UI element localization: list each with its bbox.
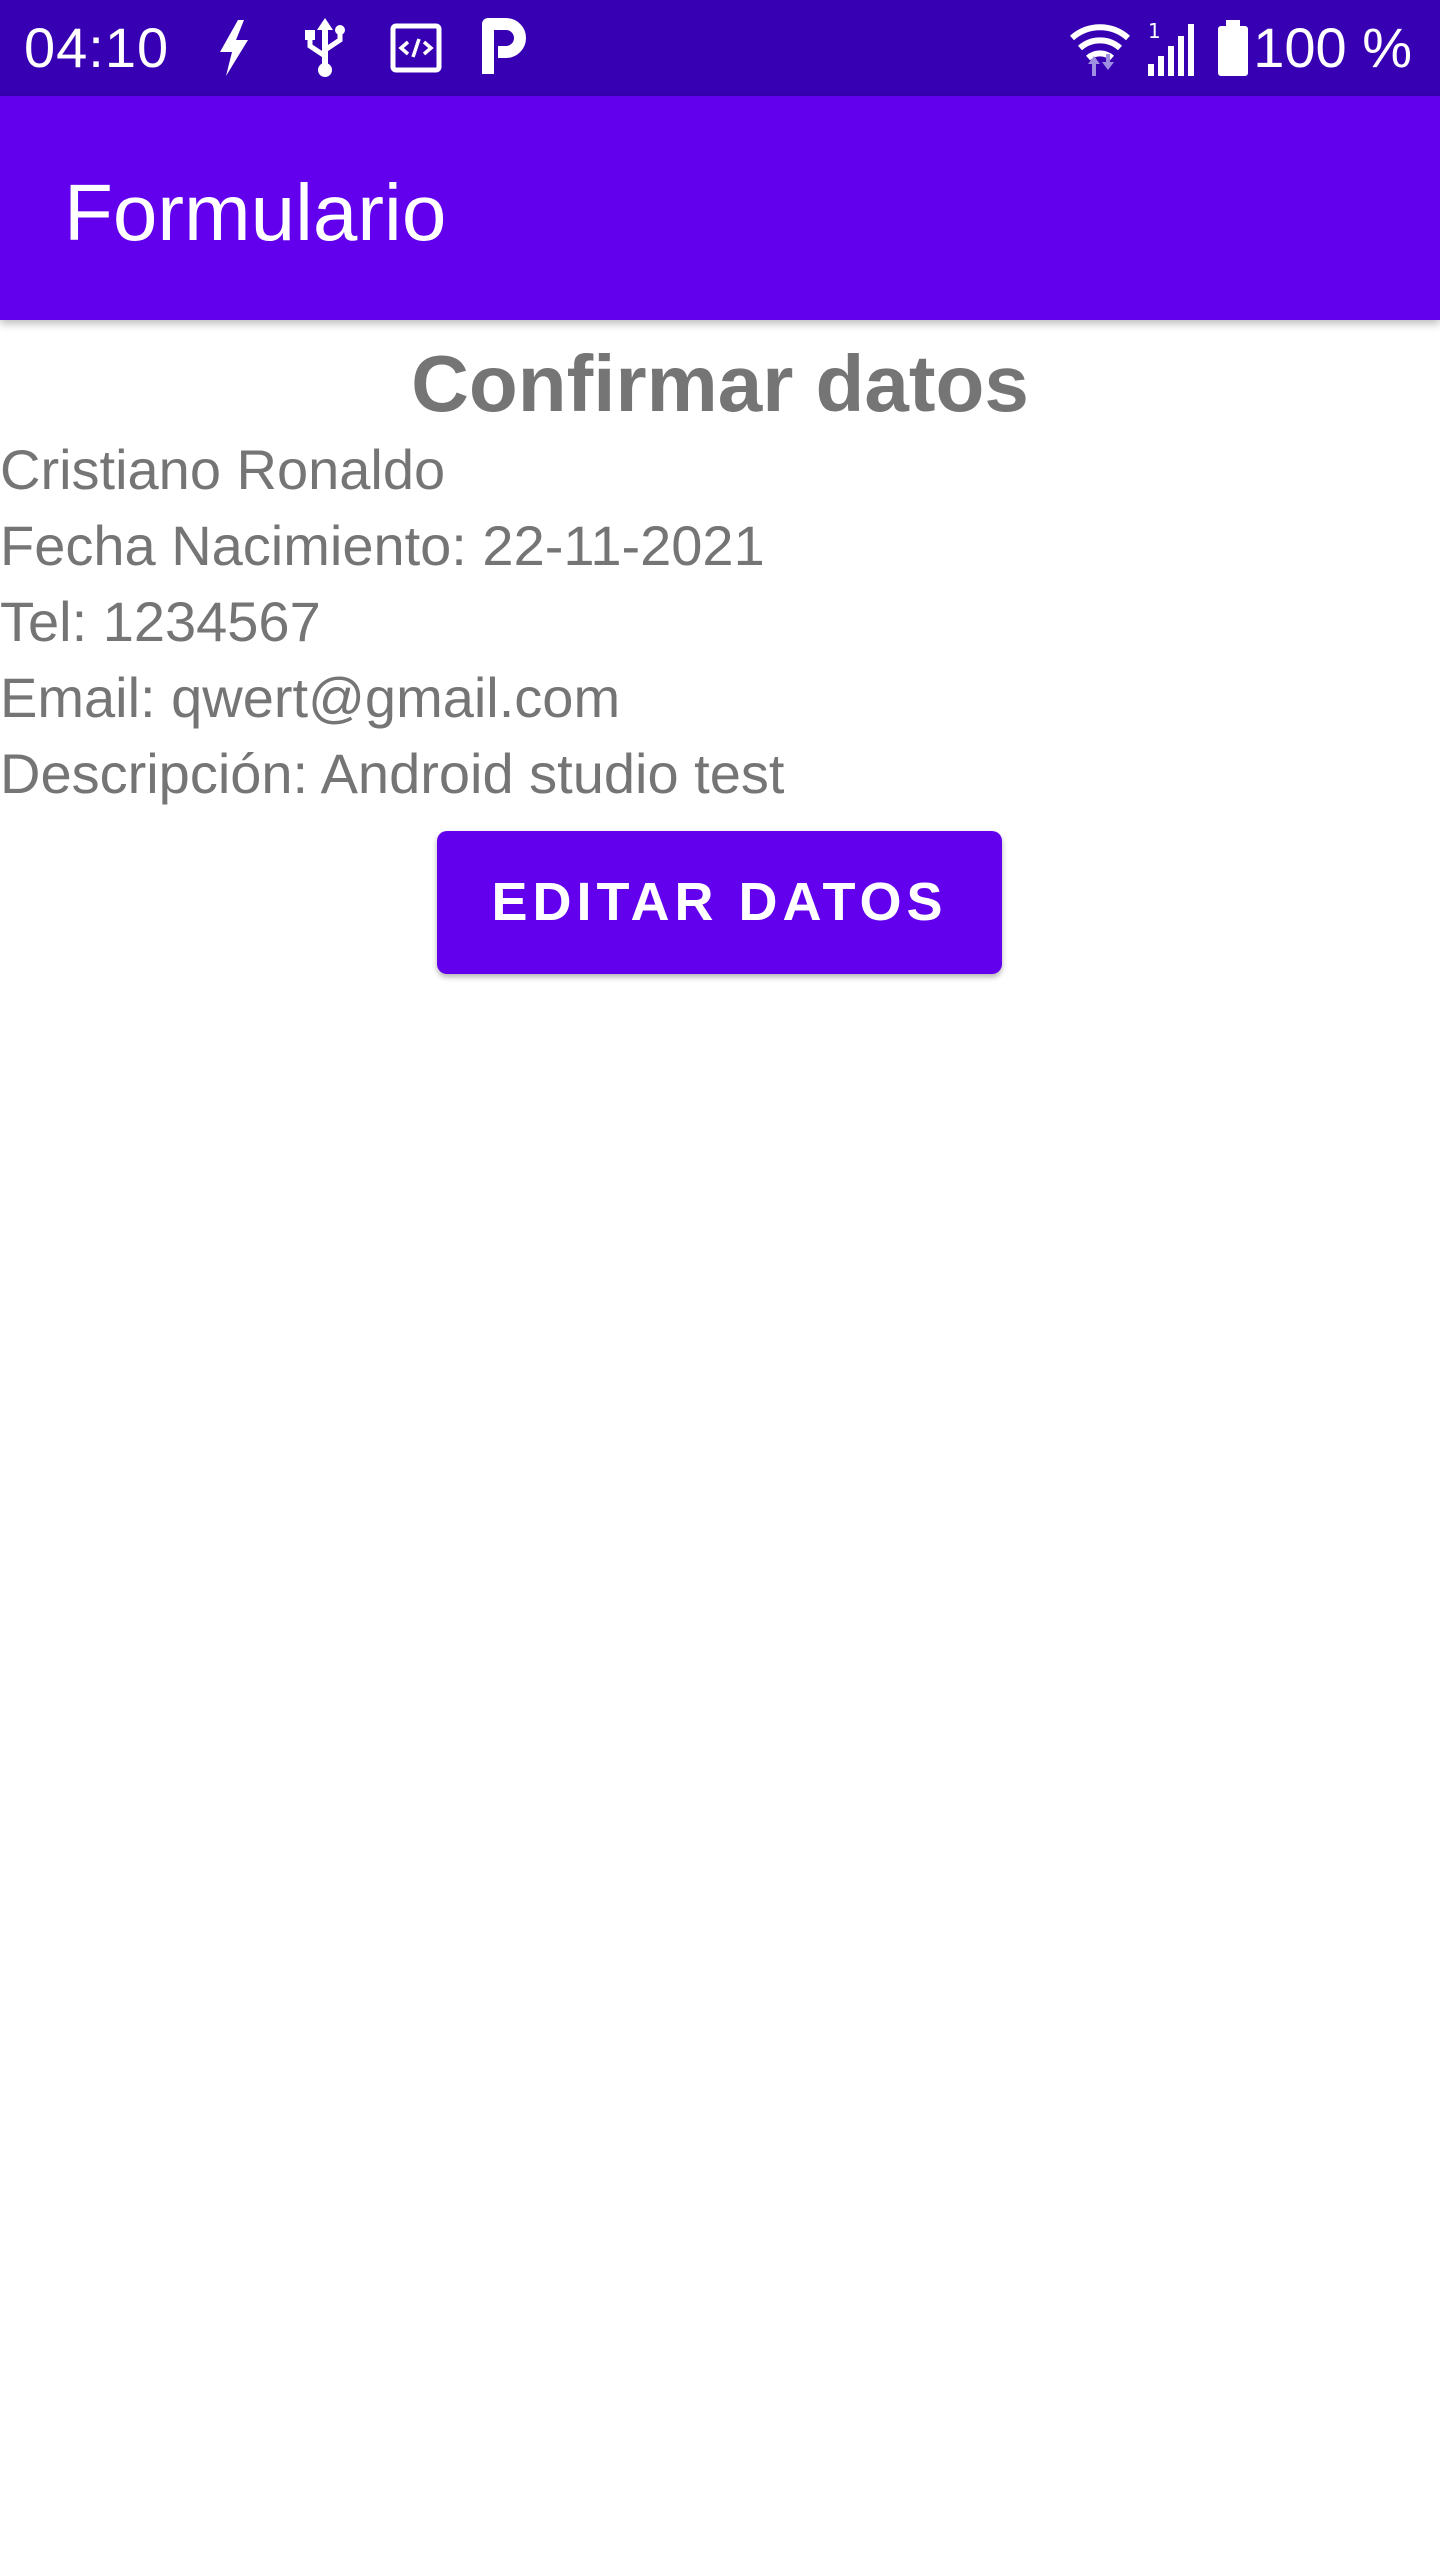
name-text: Cristiano Ronaldo	[0, 438, 446, 501]
battery-percentage: 100 %	[1253, 16, 1412, 79]
phone-text: Tel: 1234567	[0, 590, 321, 653]
flash-icon	[220, 20, 248, 76]
description-text: Descripción: Android studio test	[0, 742, 785, 805]
edit-data-button[interactable]: EDITAR DATOS	[437, 831, 1002, 974]
app-bar: Formulario	[0, 96, 1440, 320]
app-title: Formulario	[64, 168, 447, 257]
signal-icon: 1	[1148, 19, 1194, 76]
page-title: Confirmar datos	[411, 339, 1029, 428]
status-bar: 04:10 1 100 %	[0, 0, 1440, 96]
birth-date-text: Fecha Nacimiento: 22-11-2021	[0, 514, 765, 577]
wifi-icon	[1070, 24, 1130, 76]
code-icon	[390, 23, 442, 73]
battery-icon	[1218, 20, 1248, 76]
parking-icon	[482, 18, 526, 74]
email-text: Email: qwert@gmail.com	[0, 666, 621, 729]
svg-text:1: 1	[1148, 19, 1161, 43]
usb-icon	[305, 18, 345, 77]
status-time: 04:10	[24, 16, 170, 79]
